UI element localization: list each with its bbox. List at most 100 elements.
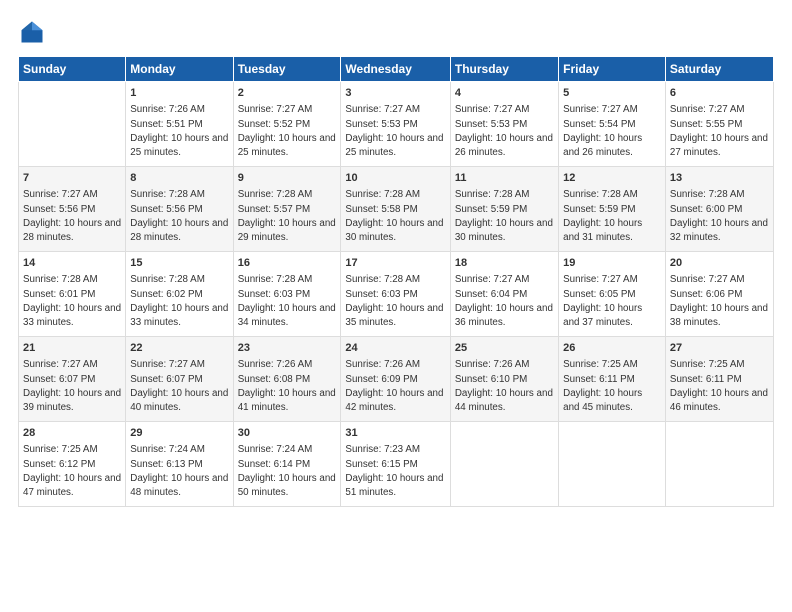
weekday-header: Sunday bbox=[19, 57, 126, 82]
cell-text: Sunrise: 7:27 AMSunset: 5:53 PMDaylight:… bbox=[455, 103, 554, 160]
calendar-cell: 27 Sunrise: 7:25 AMSunset: 6:11 PMDayligh… bbox=[665, 337, 773, 422]
calendar-cell: 13 Sunrise: 7:28 AMSunset: 6:00 PMDayligh… bbox=[665, 167, 773, 252]
calendar-cell: 10 Sunrise: 7:28 AMSunset: 5:58 PMDayligh… bbox=[341, 167, 450, 252]
calendar-cell: 24 Sunrise: 7:26 AMSunset: 6:09 PMDayligh… bbox=[341, 337, 450, 422]
cell-text: Sunrise: 7:28 AMSunset: 6:03 PMDaylight:… bbox=[345, 273, 445, 330]
cell-text: Sunrise: 7:24 AMSunset: 6:13 PMDaylight:… bbox=[130, 443, 228, 500]
calendar-cell: 7 Sunrise: 7:27 AMSunset: 5:56 PMDaylight… bbox=[19, 167, 126, 252]
calendar-cell: 26 Sunrise: 7:25 AMSunset: 6:11 PMDayligh… bbox=[559, 337, 666, 422]
page: SundayMondayTuesdayWednesdayThursdayFrid… bbox=[0, 0, 792, 612]
day-number: 22 bbox=[130, 341, 228, 356]
day-number: 11 bbox=[455, 171, 554, 186]
day-number: 13 bbox=[670, 171, 769, 186]
day-number: 6 bbox=[670, 86, 769, 101]
calendar-cell: 23 Sunrise: 7:26 AMSunset: 6:08 PMDayligh… bbox=[233, 337, 341, 422]
day-number: 17 bbox=[345, 256, 445, 271]
weekday-header: Thursday bbox=[450, 57, 558, 82]
cell-text: Sunrise: 7:25 AMSunset: 6:12 PMDaylight:… bbox=[23, 443, 121, 500]
day-number: 25 bbox=[455, 341, 554, 356]
cell-text: Sunrise: 7:26 AMSunset: 6:09 PMDaylight:… bbox=[345, 358, 445, 415]
day-number: 5 bbox=[563, 86, 661, 101]
calendar-cell: 3 Sunrise: 7:27 AMSunset: 5:53 PMDaylight… bbox=[341, 82, 450, 167]
logo bbox=[18, 18, 48, 46]
calendar-cell: 4 Sunrise: 7:27 AMSunset: 5:53 PMDaylight… bbox=[450, 82, 558, 167]
day-number: 9 bbox=[238, 171, 337, 186]
day-number: 16 bbox=[238, 256, 337, 271]
calendar-cell bbox=[665, 422, 773, 507]
cell-text: Sunrise: 7:24 AMSunset: 6:14 PMDaylight:… bbox=[238, 443, 337, 500]
cell-text: Sunrise: 7:28 AMSunset: 6:02 PMDaylight:… bbox=[130, 273, 228, 330]
calendar-header-row: SundayMondayTuesdayWednesdayThursdayFrid… bbox=[19, 57, 774, 82]
cell-text: Sunrise: 7:28 AMSunset: 5:57 PMDaylight:… bbox=[238, 188, 337, 245]
day-number: 18 bbox=[455, 256, 554, 271]
calendar-cell: 15Sunrise: 7:28 AMSunset: 6:02 PMDayligh… bbox=[126, 252, 233, 337]
calendar-cell: 25 Sunrise: 7:26 AMSunset: 6:10 PMDayligh… bbox=[450, 337, 558, 422]
day-number: 2 bbox=[238, 86, 337, 101]
cell-text: Sunrise: 7:25 AMSunset: 6:11 PMDaylight:… bbox=[670, 358, 769, 415]
calendar-cell: 21 Sunrise: 7:27 AMSunset: 6:07 PMDayligh… bbox=[19, 337, 126, 422]
cell-text: Sunrise: 7:28 AMSunset: 6:03 PMDaylight:… bbox=[238, 273, 337, 330]
calendar-week-row: 28Sunrise: 7:25 AMSunset: 6:12 PMDayligh… bbox=[19, 422, 774, 507]
day-number: 27 bbox=[670, 341, 769, 356]
calendar-cell bbox=[19, 82, 126, 167]
cell-text: Sunrise: 7:28 AMSunset: 6:00 PMDaylight:… bbox=[670, 188, 769, 245]
weekday-header: Tuesday bbox=[233, 57, 341, 82]
day-number: 1 bbox=[130, 86, 228, 101]
calendar-week-row: 1Sunrise: 7:26 AMSunset: 5:51 PMDaylight… bbox=[19, 82, 774, 167]
day-number: 29 bbox=[130, 426, 228, 441]
cell-text: Sunrise: 7:27 AMSunset: 6:04 PMDaylight:… bbox=[455, 273, 554, 330]
cell-text: Sunrise: 7:28 AMSunset: 5:56 PMDaylight:… bbox=[130, 188, 228, 245]
calendar-cell: 6 Sunrise: 7:27 AMSunset: 5:55 PMDaylight… bbox=[665, 82, 773, 167]
cell-text: Sunrise: 7:26 AMSunset: 6:08 PMDaylight:… bbox=[238, 358, 337, 415]
cell-text: Sunrise: 7:27 AMSunset: 6:07 PMDaylight:… bbox=[23, 358, 121, 415]
day-number: 7 bbox=[23, 171, 121, 186]
calendar-cell: 22 Sunrise: 7:27 AMSunset: 6:07 PMDayligh… bbox=[126, 337, 233, 422]
cell-text: Sunrise: 7:27 AMSunset: 5:53 PMDaylight:… bbox=[345, 103, 445, 160]
calendar-week-row: 14 Sunrise: 7:28 AMSunset: 6:01 PMDayligh… bbox=[19, 252, 774, 337]
calendar-cell: 18 Sunrise: 7:27 AMSunset: 6:04 PMDayligh… bbox=[450, 252, 558, 337]
day-number: 14 bbox=[23, 256, 121, 271]
cell-text: Sunrise: 7:27 AMSunset: 5:54 PMDaylight:… bbox=[563, 103, 661, 160]
calendar-cell: 16 Sunrise: 7:28 AMSunset: 6:03 PMDayligh… bbox=[233, 252, 341, 337]
cell-text: Sunrise: 7:28 AMSunset: 5:58 PMDaylight:… bbox=[345, 188, 445, 245]
cell-text: Sunrise: 7:25 AMSunset: 6:11 PMDaylight:… bbox=[563, 358, 661, 415]
weekday-header: Wednesday bbox=[341, 57, 450, 82]
calendar-cell: 8Sunrise: 7:28 AMSunset: 5:56 PMDaylight… bbox=[126, 167, 233, 252]
calendar-cell: 28Sunrise: 7:25 AMSunset: 6:12 PMDayligh… bbox=[19, 422, 126, 507]
cell-text: Sunrise: 7:27 AMSunset: 6:07 PMDaylight:… bbox=[130, 358, 228, 415]
day-number: 3 bbox=[345, 86, 445, 101]
calendar-week-row: 21 Sunrise: 7:27 AMSunset: 6:07 PMDayligh… bbox=[19, 337, 774, 422]
calendar-cell: 9 Sunrise: 7:28 AMSunset: 5:57 PMDaylight… bbox=[233, 167, 341, 252]
cell-text: Sunrise: 7:23 AMSunset: 6:15 PMDaylight:… bbox=[345, 443, 445, 500]
day-number: 31 bbox=[345, 426, 445, 441]
day-number: 19 bbox=[563, 256, 661, 271]
calendar-cell: 1Sunrise: 7:26 AMSunset: 5:51 PMDaylight… bbox=[126, 82, 233, 167]
calendar-cell: 14 Sunrise: 7:28 AMSunset: 6:01 PMDayligh… bbox=[19, 252, 126, 337]
weekday-header: Saturday bbox=[665, 57, 773, 82]
cell-text: Sunrise: 7:28 AMSunset: 5:59 PMDaylight:… bbox=[455, 188, 554, 245]
day-number: 21 bbox=[23, 341, 121, 356]
calendar-cell: 30 Sunrise: 7:24 AMSunset: 6:14 PMDayligh… bbox=[233, 422, 341, 507]
calendar-table: SundayMondayTuesdayWednesdayThursdayFrid… bbox=[18, 56, 774, 507]
calendar-cell: 19 Sunrise: 7:27 AMSunset: 6:05 PMDayligh… bbox=[559, 252, 666, 337]
cell-text: Sunrise: 7:27 AMSunset: 6:06 PMDaylight:… bbox=[670, 273, 769, 330]
cell-text: Sunrise: 7:26 AMSunset: 6:10 PMDaylight:… bbox=[455, 358, 554, 415]
cell-text: Sunrise: 7:27 AMSunset: 5:56 PMDaylight:… bbox=[23, 188, 121, 245]
weekday-header: Friday bbox=[559, 57, 666, 82]
calendar-cell: 5 Sunrise: 7:27 AMSunset: 5:54 PMDaylight… bbox=[559, 82, 666, 167]
calendar-cell: 29 Sunrise: 7:24 AMSunset: 6:13 PMDayligh… bbox=[126, 422, 233, 507]
cell-text: Sunrise: 7:27 AMSunset: 6:05 PMDaylight:… bbox=[563, 273, 661, 330]
calendar-cell bbox=[450, 422, 558, 507]
header bbox=[18, 18, 774, 46]
day-number: 30 bbox=[238, 426, 337, 441]
day-number: 4 bbox=[455, 86, 554, 101]
day-number: 26 bbox=[563, 341, 661, 356]
cell-text: Sunrise: 7:28 AMSunset: 5:59 PMDaylight:… bbox=[563, 188, 661, 245]
day-number: 24 bbox=[345, 341, 445, 356]
day-number: 10 bbox=[345, 171, 445, 186]
day-number: 20 bbox=[670, 256, 769, 271]
cell-text: Sunrise: 7:27 AMSunset: 5:55 PMDaylight:… bbox=[670, 103, 769, 160]
cell-text: Sunrise: 7:28 AMSunset: 6:01 PMDaylight:… bbox=[23, 273, 121, 330]
calendar-cell bbox=[559, 422, 666, 507]
day-number: 23 bbox=[238, 341, 337, 356]
